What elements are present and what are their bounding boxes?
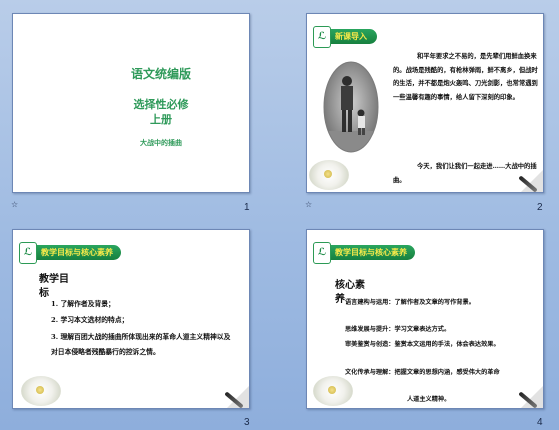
section-badge: ℒ 教学目标与核心素养	[313, 242, 415, 264]
slide-number: 4	[537, 417, 543, 428]
competency-item: 人道主义精神。	[407, 396, 451, 403]
competency-item: 文化传承与理解：把握文章的思想内涵，感受伟大的革命	[345, 369, 500, 376]
slide-number: 1	[244, 202, 250, 213]
slide-subtitle-line1: 选择性必修	[133, 98, 189, 111]
section-badge: ℒ 新课导入	[313, 26, 377, 48]
slide-number: 3	[244, 417, 250, 428]
competency-item: 语言建构与运用：了解作者及文章的写作背景。	[345, 299, 475, 306]
slide-number: 2	[537, 202, 543, 213]
leaf-logo-icon: ℒ	[313, 242, 331, 264]
section-badge: ℒ 教学目标与核心素养	[19, 242, 121, 264]
star-transition-icon[interactable]: ☆	[305, 200, 312, 209]
intro-paragraph-2: 今天，我们让我们一起走进……大战中的插曲。	[393, 163, 537, 184]
objective-item: 3. 理解百团大战的插曲所体现出来的革命人道主义精神以及对日本侵略者残酷暴行的控…	[51, 333, 231, 356]
flower-decoration	[313, 376, 353, 406]
slide-thumbnail-4[interactable]: ℒ 教学目标与核心素养 核心素 养 语言建构与运用：了解作者及文章的写作背景。 …	[306, 229, 544, 409]
leaf-logo-icon: ℒ	[19, 242, 37, 264]
flower-decoration	[21, 376, 61, 406]
objectives-heading: 教学目	[39, 274, 69, 285]
slide-lesson-title: 大战中的插曲	[140, 139, 182, 147]
historical-photo	[323, 61, 379, 153]
competency-item: 审美鉴赏与创造：鉴赏本文运用的手法，体会表达效果。	[345, 341, 500, 348]
slide-thumbnail-2[interactable]: ℒ 新课导入 和平年要求之不易的，是先辈们用鲜血换来的。战场是残酷的，有枪林弹雨…	[306, 13, 544, 193]
intro-paragraph: 和平年要求之不易的，是先辈们用鲜血换来的。战场是残酷的，有枪林弹雨，鲜不离乡，但…	[393, 53, 538, 101]
flower-decoration	[309, 160, 349, 190]
star-transition-icon[interactable]: ☆	[11, 200, 18, 209]
slide-subtitle-line2: 上册	[150, 113, 172, 126]
badge-label: 教学目标与核心素养	[335, 248, 407, 257]
leaf-logo-icon: ℒ	[313, 26, 331, 48]
objectives-heading-2: 标	[39, 288, 49, 299]
badge-label: 新课导入	[335, 32, 367, 41]
competency-heading: 核心素	[335, 280, 365, 291]
slide-title: 语文统编版	[130, 67, 191, 81]
badge-label: 教学目标与核心素养	[41, 248, 113, 257]
slide-thumbnail-1[interactable]: 语文统编版 选择性必修 上册 大战中的插曲	[12, 13, 250, 193]
slide-thumbnail-3[interactable]: ℒ 教学目标与核心素养 教学目 标 1. 了解作者及背景； 2. 学习本文选材的…	[12, 229, 250, 409]
competency-item: 思维发展与提升：学习文章表达方式。	[345, 326, 451, 333]
competency-heading-2: 养	[335, 294, 345, 305]
objective-item: 1. 了解作者及背景；	[51, 300, 115, 308]
objective-item: 2. 学习本文选材的特点；	[51, 316, 129, 324]
